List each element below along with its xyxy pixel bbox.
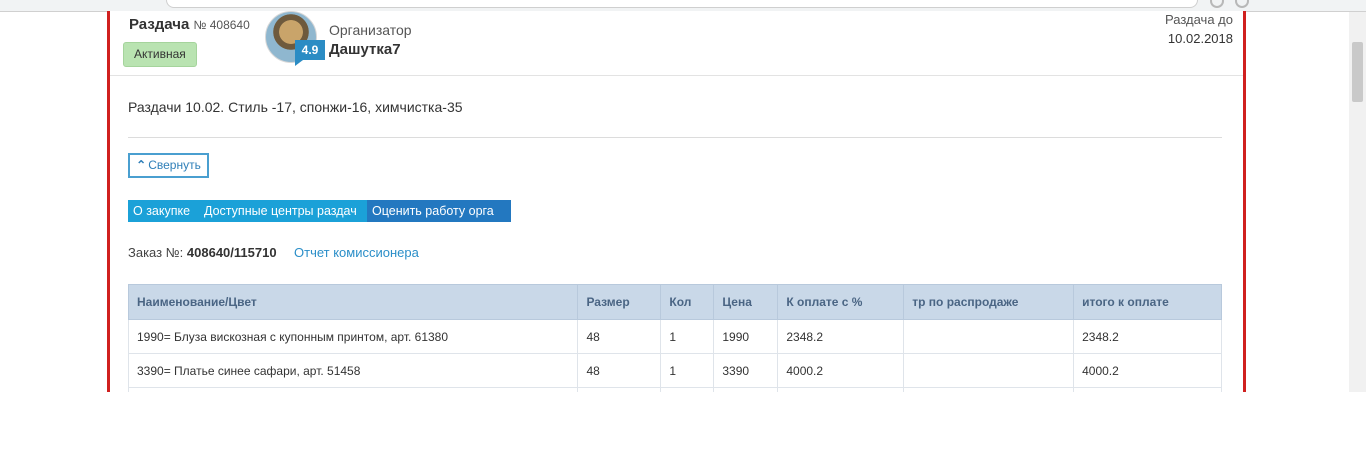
status-badge: Активная (123, 42, 197, 67)
table-row (127, 387, 1222, 392)
order-label: Заказ №: (128, 245, 184, 260)
cell-price: 1990 (713, 319, 779, 354)
menu-icon[interactable] (1235, 0, 1249, 8)
order-items-table: Наименование/Цвет Размер Кол Цена К опла… (127, 284, 1222, 392)
header-divider (110, 75, 1243, 76)
distribution-title: Раздача № 408640 (129, 16, 250, 33)
column-header-total: итого к оплате (1073, 284, 1222, 320)
until-label: Раздача до (1165, 12, 1233, 27)
table-row: 3390= Платье синее сафари, арт. 51458 48… (127, 353, 1222, 388)
cell-price: 3390 (713, 353, 779, 388)
distribution-number: № 408640 (193, 18, 250, 32)
cell-total: 4000.2 (1073, 353, 1222, 388)
until-date: 10.02.2018 (1167, 31, 1233, 46)
rating-badge: 4.9 (295, 40, 325, 66)
pickup-centers-button[interactable]: Доступные центры раздач (199, 200, 373, 222)
chevron-up-icon: ⌃ (136, 158, 147, 172)
cell-sale (903, 387, 1075, 392)
cell-sale (903, 319, 1075, 354)
organizer-label: Организатор (329, 22, 412, 38)
cell-size: 48 (577, 319, 662, 354)
cell-size: 48 (577, 353, 662, 388)
column-header-name: Наименование/Цвет (127, 284, 579, 320)
distribution-description: Раздачи 10.02. Стиль -17, спонжи-16, хим… (128, 99, 463, 115)
address-bar[interactable] (166, 0, 1198, 8)
cell-qty (660, 387, 715, 392)
table-row: 1990= Блуза вискозная с купонным принтом… (127, 319, 1222, 354)
cell-price (713, 387, 779, 392)
rate-organizer-button[interactable]: Оценить работу орга (367, 200, 511, 222)
cell-name (127, 387, 579, 392)
cell-to-pay: 4000.2 (777, 353, 905, 388)
extension-icon[interactable] (1210, 0, 1224, 8)
column-header-size: Размер (577, 284, 662, 320)
collapse-button[interactable]: ⌃ Свернуть (128, 153, 209, 178)
page-scrollbar[interactable] (1349, 12, 1366, 392)
distribution-card: Раздача № 408640 Активная 4.9 Организато… (107, 11, 1246, 392)
cell-name: 1990= Блуза вискозная с купонным принтом… (127, 319, 579, 354)
cell-qty: 1 (660, 319, 715, 354)
table-header-row: Наименование/Цвет Размер Кол Цена К опла… (127, 284, 1222, 320)
column-header-to-pay-percent: К оплате с % (777, 284, 905, 320)
order-info: Заказ №: 408640/115710 (128, 245, 277, 260)
cell-name: 3390= Платье синее сафари, арт. 51458 (127, 353, 579, 388)
cell-total: 2348.2 (1073, 319, 1222, 354)
cell-sale (903, 353, 1075, 388)
collapse-label: Свернуть (148, 158, 201, 172)
column-header-sale: тр по распродаже (903, 284, 1075, 320)
distribution-title-label: Раздача (129, 16, 190, 33)
scrollbar-thumb[interactable] (1352, 42, 1363, 102)
description-divider (128, 137, 1222, 138)
cell-to-pay (777, 387, 905, 392)
cell-size (577, 387, 662, 392)
order-number: 408640/115710 (186, 245, 277, 260)
organizer-name[interactable]: Дашутка7 (329, 41, 401, 58)
column-header-price: Цена (713, 284, 779, 320)
cell-to-pay: 2348.2 (777, 319, 905, 354)
column-header-qty: Кол (660, 284, 715, 320)
cell-qty: 1 (660, 353, 715, 388)
commission-report-link[interactable]: Отчет комиссионера (294, 245, 419, 260)
cell-total (1073, 387, 1222, 392)
